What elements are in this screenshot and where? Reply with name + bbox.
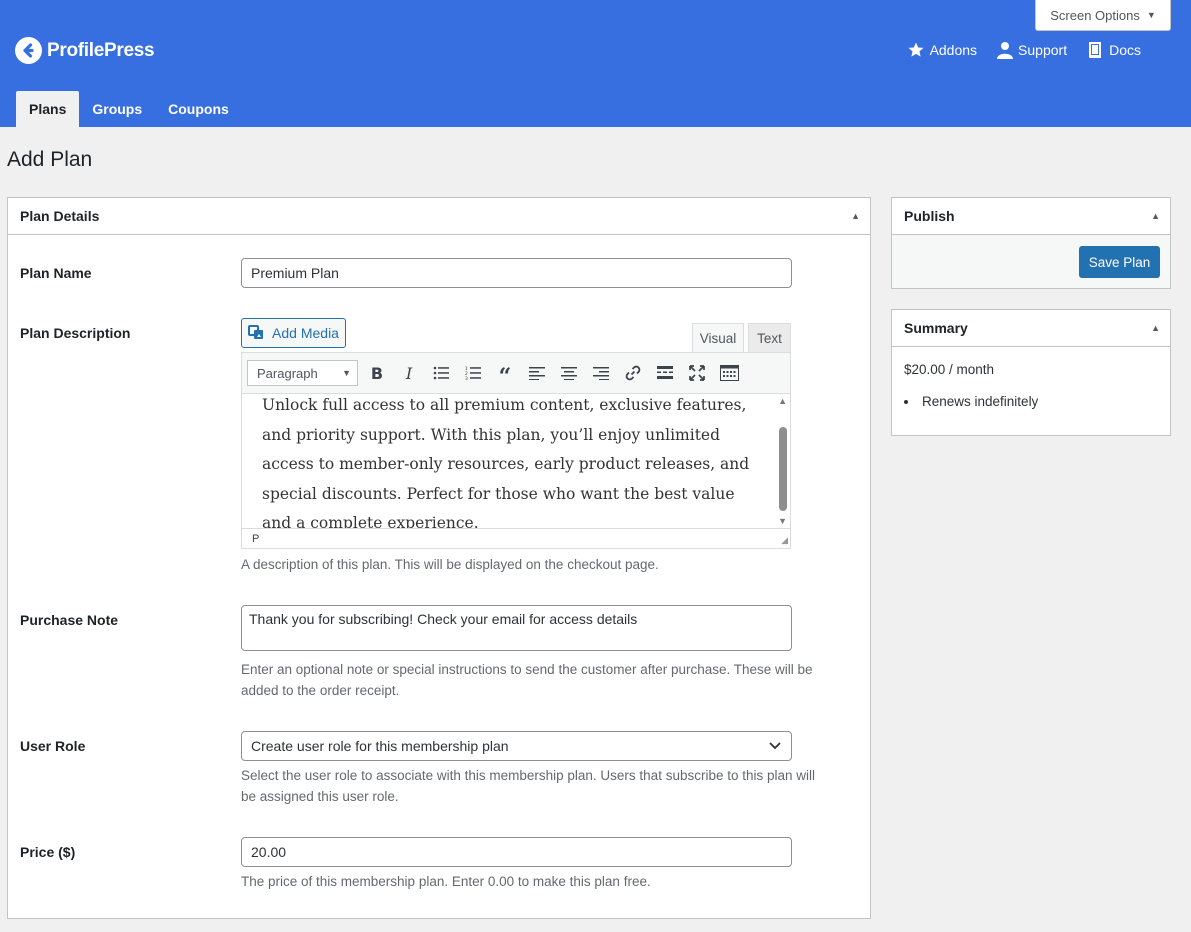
toolbar-toggle-icon[interactable] [713, 359, 745, 387]
editor-content[interactable]: Unlock full access to all premium conten… [242, 394, 790, 528]
publish-body: Save Plan [892, 235, 1170, 288]
editor-tab-visual[interactable]: Visual [692, 323, 744, 352]
price-label: Price ($) [20, 844, 76, 860]
page-title: Add Plan [7, 148, 93, 171]
format-select-value: Paragraph [257, 365, 318, 381]
support-label: Support [1018, 42, 1068, 58]
collapse-toggle-icon[interactable]: ▲ [851, 211, 860, 221]
publish-box: Publish ▲ Save Plan [891, 197, 1171, 289]
summary-title: Summary [904, 320, 968, 336]
scroll-down-icon[interactable]: ▼ [778, 516, 787, 526]
caret-down-icon: ▼ [1146, 10, 1156, 20]
screen-options-button[interactable]: Screen Options ▼ [1035, 0, 1171, 31]
plan-description-label: Plan Description [20, 325, 131, 341]
element-path[interactable]: P [252, 533, 259, 545]
price-help: The price of this membership plan. Enter… [241, 874, 651, 889]
bullet-list-icon[interactable] [425, 359, 457, 387]
read-more-icon[interactable] [649, 359, 681, 387]
plan-name-input[interactable]: Premium Plan [241, 258, 792, 288]
format-select[interactable]: Paragraph ▼ [247, 360, 358, 386]
align-center-icon[interactable] [553, 359, 585, 387]
nav-tabs: Plans Groups Coupons [16, 91, 242, 127]
tab-groups[interactable]: Groups [79, 91, 155, 127]
fullscreen-icon[interactable] [681, 359, 713, 387]
bullet-icon [904, 399, 908, 404]
description-editor: Paragraph ▼ B I 123 “ Unlock full access… [241, 352, 791, 549]
description-text: Unlock full access to all premium conten… [262, 396, 750, 528]
publish-title: Publish [904, 208, 955, 224]
editor-tab-text[interactable]: Text [748, 323, 791, 352]
purchase-note-textarea[interactable]: Thank you for subscribing! Check your em… [241, 605, 792, 651]
blockquote-icon[interactable]: “ [489, 359, 521, 390]
docs-label: Docs [1109, 42, 1141, 58]
align-right-icon[interactable] [585, 359, 617, 387]
profilepress-logo-icon [15, 37, 42, 64]
editor-scrollbar[interactable]: ▲ ▼ [774, 394, 790, 528]
editor-toolbar: Paragraph ▼ B I 123 “ [242, 353, 790, 394]
save-plan-button[interactable]: Save Plan [1079, 246, 1160, 278]
tab-plans[interactable]: Plans [16, 91, 80, 127]
purchase-note-label: Purchase Note [20, 612, 119, 628]
addons-link[interactable]: Addons [907, 41, 977, 59]
docs-link[interactable]: Docs [1087, 41, 1141, 59]
svg-text:3: 3 [465, 376, 468, 380]
plan-name-label: Plan Name [20, 265, 92, 281]
bold-icon[interactable]: B [361, 359, 393, 387]
purchase-note-help: Enter an optional note or special instru… [241, 662, 813, 698]
scrollbar-thumb[interactable] [779, 427, 787, 511]
user-role-label: User Role [20, 738, 86, 754]
align-left-icon[interactable] [521, 359, 553, 387]
scroll-up-icon[interactable]: ▲ [778, 396, 787, 406]
price-input[interactable]: 20.00 [241, 837, 792, 867]
header-links: Addons Support Docs [907, 41, 1141, 59]
add-media-button[interactable]: Add Media [241, 318, 346, 348]
tab-coupons[interactable]: Coupons [155, 91, 242, 127]
summary-renewal: Renews indefinitely [922, 394, 1039, 409]
collapse-toggle-icon[interactable]: ▲ [1151, 211, 1160, 221]
brand-logo[interactable]: ProfilePress [15, 37, 155, 64]
media-icon [248, 325, 264, 339]
summary-header[interactable]: Summary ▲ [892, 310, 1170, 347]
italic-icon[interactable]: I [393, 359, 425, 387]
user-role-select[interactable]: Create user role for this membership pla… [241, 731, 792, 761]
summary-price: $20.00 / month [904, 362, 995, 377]
numbered-list-icon[interactable]: 123 [457, 359, 489, 387]
plan-description-help: A description of this plan. This will be… [241, 557, 659, 572]
book-icon [1089, 42, 1102, 58]
collapse-toggle-icon[interactable]: ▲ [1151, 323, 1160, 333]
user-role-help: Select the user role to associate with t… [241, 768, 816, 804]
resize-handle-icon[interactable]: ◢ [781, 535, 788, 546]
screen-options-label: Screen Options [1050, 7, 1140, 23]
person-icon [997, 42, 1014, 59]
plan-details-box: Plan Details ▲ Plan Name Premium Plan Pl… [7, 197, 871, 919]
plan-details-header[interactable]: Plan Details ▲ [8, 198, 870, 235]
summary-box: Summary ▲ $20.00 / month Renews indefini… [891, 309, 1171, 436]
publish-header[interactable]: Publish ▲ [892, 198, 1170, 235]
chevron-down-icon [769, 742, 781, 750]
plan-details-title: Plan Details [20, 208, 100, 224]
top-header: ProfilePress Screen Options ▼ Addons Sup… [0, 0, 1191, 127]
star-icon [908, 42, 924, 57]
caret-down-icon: ▼ [342, 368, 351, 378]
editor-status-bar: P ◢ [242, 528, 790, 548]
link-icon[interactable] [617, 359, 649, 387]
addons-label: Addons [929, 42, 978, 58]
add-media-label: Add Media [272, 325, 339, 341]
user-role-value: Create user role for this membership pla… [251, 738, 509, 754]
list-item: Renews indefinitely [904, 394, 1038, 409]
brand-name: ProfilePress [47, 39, 155, 61]
support-link[interactable]: Support [997, 41, 1067, 59]
